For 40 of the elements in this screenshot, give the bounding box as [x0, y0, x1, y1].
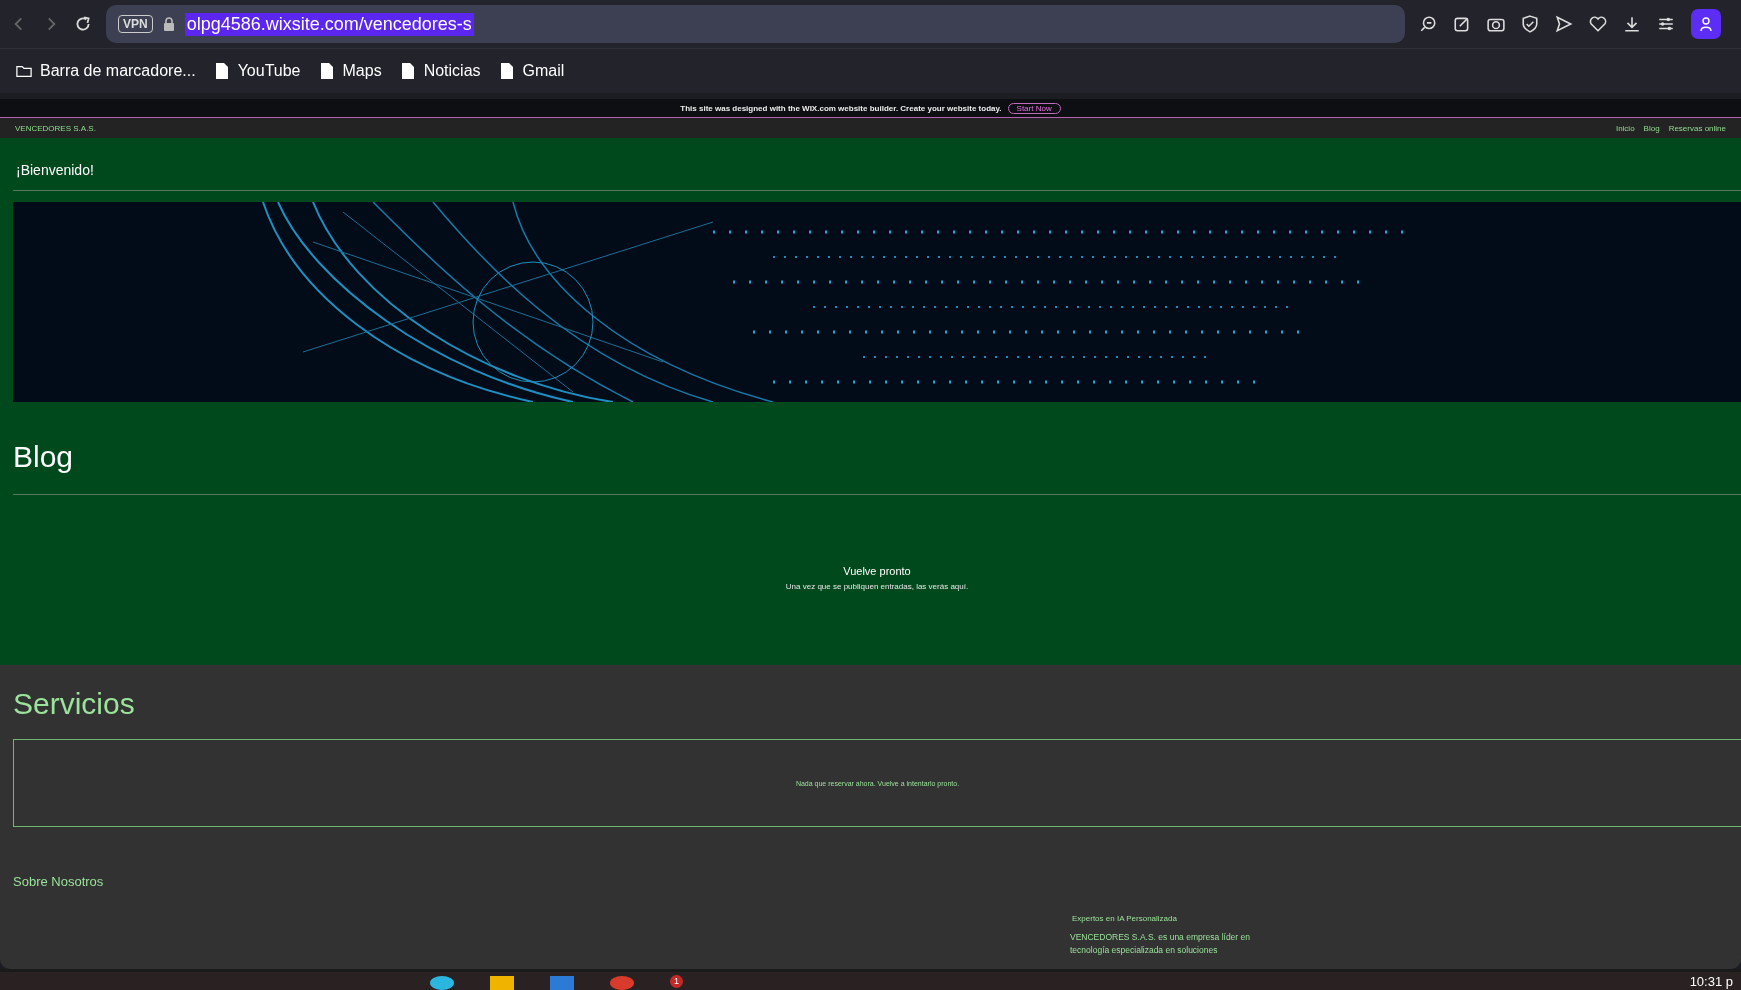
page-icon: [318, 62, 335, 80]
page-icon: [498, 62, 515, 80]
shield-icon[interactable]: [1521, 15, 1539, 33]
bookmark-link[interactable]: YouTube: [237, 62, 301, 80]
bookmark-link[interactable]: Barra de marcadore...: [40, 62, 196, 80]
download-icon[interactable]: [1623, 15, 1641, 33]
url-text[interactable]: olpg4586.wixsite.com/vencedores-s: [184, 12, 474, 36]
lock-icon: [162, 17, 175, 31]
edit-icon[interactable]: [1453, 15, 1471, 33]
nav-link[interactable]: Blog: [1643, 123, 1660, 133]
nav-link[interactable]: Reservas online: [1668, 123, 1726, 133]
person-icon: [1698, 16, 1714, 32]
nav-link[interactable]: Inicio: [1615, 123, 1635, 133]
reload-icon[interactable]: [74, 15, 92, 33]
welcome-title: ¡Bienvenido!: [15, 161, 95, 180]
bookmark-link[interactable]: Gmail: [522, 62, 565, 80]
blog-title: Blog: [13, 439, 75, 475]
send-icon[interactable]: [1555, 15, 1573, 33]
services-title: Servicios: [13, 686, 136, 722]
page-icon: [399, 62, 416, 80]
bookmark-link[interactable]: Noticias: [423, 62, 481, 80]
page-icon: [213, 62, 230, 80]
app-icon[interactable]: [610, 976, 634, 990]
zoom-out-icon[interactable]: [1419, 15, 1437, 33]
sliders-icon[interactable]: [1657, 15, 1675, 33]
about-text: VENCEDORES S.A.S. es una empresa líder en tecnología especializada en soluciones: [1070, 931, 1251, 957]
site-logo[interactable]: VENCEDORES S.A.S.: [15, 123, 96, 133]
empty-title: Vuelve pronto: [843, 565, 911, 577]
heart-icon[interactable]: [1589, 15, 1607, 33]
bookmark-link[interactable]: Maps: [342, 62, 382, 80]
notification-badge: 1: [670, 974, 683, 988]
about-title: Sobre Nosotros: [13, 873, 105, 889]
about-tagline: Expertos en IA Personalizada: [1071, 914, 1178, 923]
clock: 10:31 p: [1689, 973, 1733, 989]
empty-text: Una vez que se publiquen entradas, las verás aquí.: [785, 582, 969, 591]
app-icon[interactable]: [430, 976, 454, 990]
profile-button[interactable]: [1691, 9, 1721, 39]
address-bar[interactable]: VPN olpg4586.wixsite.com/vencedores-s: [106, 5, 1405, 43]
vpn-badge[interactable]: VPN: [118, 15, 153, 33]
banner-text: This site was designed with the WIX.com website builder. Create your website today.: [680, 103, 1002, 113]
